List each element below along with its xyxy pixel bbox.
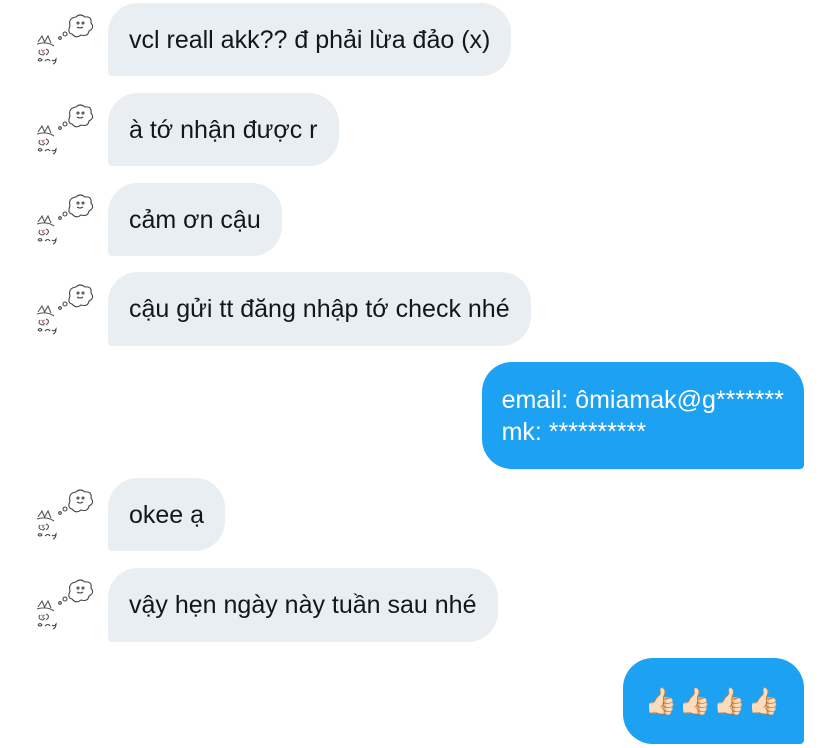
incoming-message-bubble[interactable]: vậy hẹn ngày này tuần sau nhé [108, 568, 498, 642]
outgoing-message-bubble[interactable]: 👍🏻👍🏻👍🏻👍🏻 [622, 658, 804, 744]
incoming-message-bubble[interactable]: okee ạ [108, 478, 226, 551]
thumbs-up-icon: 👍🏻👍🏻👍🏻👍🏻 [644, 686, 782, 716]
incoming-message-bubble[interactable]: cảm ơn cậu [108, 183, 282, 256]
incoming-message-bubble[interactable]: cậu gửi tt đăng nhập tớ check nhé [108, 272, 531, 346]
message-text: à tớ nhận được r [129, 115, 318, 144]
doodle-bunny-avatar-icon[interactable] [32, 192, 94, 254]
message-text-line: mk: ********** [501, 417, 647, 446]
message-text: cậu gửi tt đăng nhập tớ check nhé [129, 295, 510, 323]
doodle-bunny-avatar-icon[interactable] [32, 102, 94, 164]
message-text: vcl reall akk?? đ phải lừa đảo (x) [129, 25, 491, 54]
message-text: cảm ơn cậu [129, 205, 261, 234]
incoming-message-bubble[interactable]: à tớ nhận được r [108, 93, 339, 166]
message-text: okee ạ [129, 500, 205, 529]
doodle-bunny-avatar-icon[interactable] [32, 12, 94, 74]
doodle-bunny-avatar-icon[interactable] [32, 577, 94, 639]
doodle-bunny-avatar-icon[interactable] [32, 487, 94, 549]
message-text: vậy hẹn ngày này tuần sau nhé [129, 591, 477, 619]
outgoing-message-bubble[interactable]: email: ômiamak@g******* mk: ********** [481, 362, 804, 469]
doodle-bunny-avatar-icon[interactable] [32, 282, 94, 344]
incoming-message-bubble[interactable]: vcl reall akk?? đ phải lừa đảo (x) [108, 3, 512, 76]
message-text-line: email: ômiamak@g******* [501, 385, 784, 414]
